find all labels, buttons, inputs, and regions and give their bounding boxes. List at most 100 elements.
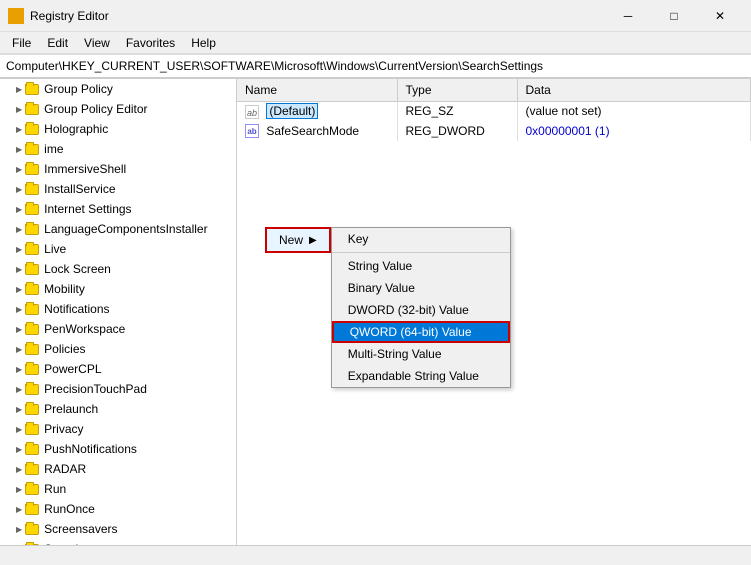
tree-label: ime xyxy=(44,142,63,156)
tree-item-run[interactable]: ▶ Run xyxy=(0,479,236,499)
tree-item-policies[interactable]: ▶ Policies xyxy=(0,339,236,359)
row-name-label: SafeSearchMode xyxy=(266,124,359,138)
tree-item-lock-screen[interactable]: ▶ Lock Screen xyxy=(0,259,236,279)
submenu-arrow-icon: ▶ xyxy=(309,235,317,246)
row-type: REG_DWORD xyxy=(397,121,517,141)
tree-arrow: ▶ xyxy=(16,165,22,174)
tree-arrow: ▶ xyxy=(16,425,22,434)
tree-label: InstallService xyxy=(44,182,115,196)
tree-arrow: ▶ xyxy=(16,365,22,374)
submenu-item-string-value[interactable]: String Value xyxy=(332,255,510,277)
table-row[interactable]: ab SafeSearchMode REG_DWORD 0x00000001 (… xyxy=(237,121,751,141)
tree-panel[interactable]: ▶ Group Policy ▶ Group Policy Editor ▶ H… xyxy=(0,79,237,545)
folder-icon xyxy=(24,441,40,457)
tree-item-privacy[interactable]: ▶ Privacy xyxy=(0,419,236,439)
tree-label: Policies xyxy=(44,342,85,356)
tree-arrow: ▶ xyxy=(16,265,22,274)
folder-icon xyxy=(24,321,40,337)
tree-item-penworkspace[interactable]: ▶ PenWorkspace xyxy=(0,319,236,339)
folder-icon xyxy=(24,221,40,237)
tree-label: PowerCPL xyxy=(44,362,101,376)
tree-label: RADAR xyxy=(44,462,86,476)
tree-arrow: ▶ xyxy=(16,85,22,94)
tree-label: PrecisionTouchPad xyxy=(44,382,147,396)
tree-label: Search xyxy=(44,542,82,545)
tree-label: Privacy xyxy=(44,422,83,436)
tree-item-group-policy-editor[interactable]: ▶ Group Policy Editor xyxy=(0,99,236,119)
tree-arrow: ▶ xyxy=(16,545,22,546)
menu-favorites[interactable]: Favorites xyxy=(118,34,183,52)
tree-label: Notifications xyxy=(44,302,109,316)
menu-bar: File Edit View Favorites Help xyxy=(0,32,751,54)
tree-item-live[interactable]: ▶ Live xyxy=(0,239,236,259)
tree-arrow: ▶ xyxy=(16,345,22,354)
folder-icon xyxy=(24,341,40,357)
submenu-item-key[interactable]: Key xyxy=(332,228,510,250)
folder-icon xyxy=(24,201,40,217)
default-label: (Default) xyxy=(266,103,318,119)
tree-item-installservice[interactable]: ▶ InstallService xyxy=(0,179,236,199)
tree-item-immersiveshell[interactable]: ▶ ImmersiveShell xyxy=(0,159,236,179)
tree-label: Group Policy Editor xyxy=(44,102,147,116)
tree-item-language-components[interactable]: ▶ LanguageComponentsInstaller xyxy=(0,219,236,239)
new-button-label: New xyxy=(279,233,303,247)
right-panel: Name Type Data ab (Default) REG_SZ (valu… xyxy=(237,79,751,545)
tree-arrow: ▶ xyxy=(16,485,22,494)
table-row[interactable]: ab (Default) REG_SZ (value not set) xyxy=(237,101,751,121)
status-bar xyxy=(0,545,751,565)
window-controls: ─ □ ✕ xyxy=(605,0,743,32)
tree-item-screensavers[interactable]: ▶ Screensavers xyxy=(0,519,236,539)
submenu: Key String Value Binary Value DWORD (32-… xyxy=(331,227,511,388)
tree-arrow: ▶ xyxy=(16,145,22,154)
tree-label: Prelaunch xyxy=(44,402,98,416)
tree-arrow: ▶ xyxy=(16,205,22,214)
tree-item-group-policy[interactable]: ▶ Group Policy xyxy=(0,79,236,99)
tree-label: RunOnce xyxy=(44,502,95,516)
tree-item-precisiontouchpad[interactable]: ▶ PrecisionTouchPad xyxy=(0,379,236,399)
tree-item-mobility[interactable]: ▶ Mobility xyxy=(0,279,236,299)
minimize-button[interactable]: ─ xyxy=(605,0,651,32)
dword-icon: ab xyxy=(245,124,259,138)
tree-label: Internet Settings xyxy=(44,202,131,216)
menu-view[interactable]: View xyxy=(76,34,118,52)
tree-item-ime[interactable]: ▶ ime xyxy=(0,139,236,159)
tree-item-holographic[interactable]: ▶ Holographic xyxy=(0,119,236,139)
tree-label: Group Policy xyxy=(44,82,113,96)
menu-edit[interactable]: Edit xyxy=(39,34,76,52)
submenu-item-expandable-value[interactable]: Expandable String Value xyxy=(332,365,510,387)
main-content: ▶ Group Policy ▶ Group Policy Editor ▶ H… xyxy=(0,78,751,545)
tree-item-search[interactable]: ▶ Search xyxy=(0,539,236,545)
address-path: Computer\HKEY_CURRENT_USER\SOFTWARE\Micr… xyxy=(6,59,543,73)
tree-item-prelaunch[interactable]: ▶ Prelaunch xyxy=(0,399,236,419)
menu-help[interactable]: Help xyxy=(183,34,224,52)
submenu-item-multistring-value[interactable]: Multi-String Value xyxy=(332,343,510,365)
maximize-button[interactable]: □ xyxy=(651,0,697,32)
folder-icon xyxy=(24,461,40,477)
registry-table: Name Type Data ab (Default) REG_SZ (valu… xyxy=(237,79,751,141)
tree-item-radar[interactable]: ▶ RADAR xyxy=(0,459,236,479)
submenu-item-dword-value[interactable]: DWORD (32-bit) Value xyxy=(332,299,510,321)
row-data: 0x00000001 (1) xyxy=(517,121,751,141)
tree-item-internet-settings[interactable]: ▶ Internet Settings xyxy=(0,199,236,219)
folder-icon xyxy=(24,381,40,397)
new-button[interactable]: New ▶ xyxy=(265,227,331,253)
folder-icon xyxy=(24,401,40,417)
title-bar: Registry Editor ─ □ ✕ xyxy=(0,0,751,32)
context-menu: New ▶ Key String Value Binary Value DWOR… xyxy=(265,227,331,253)
close-button[interactable]: ✕ xyxy=(697,0,743,32)
tree-arrow: ▶ xyxy=(16,245,22,254)
tree-item-powercpl[interactable]: ▶ PowerCPL xyxy=(0,359,236,379)
tree-label: PushNotifications xyxy=(44,442,137,456)
tree-label: Live xyxy=(44,242,66,256)
tree-label: PenWorkspace xyxy=(44,322,125,336)
tree-arrow: ▶ xyxy=(16,225,22,234)
submenu-item-qword-value[interactable]: QWORD (64-bit) Value xyxy=(332,321,510,343)
folder-icon xyxy=(24,261,40,277)
tree-item-notifications[interactable]: ▶ Notifications xyxy=(0,299,236,319)
menu-file[interactable]: File xyxy=(4,34,39,52)
tree-arrow: ▶ xyxy=(16,125,22,134)
row-data: (value not set) xyxy=(517,101,751,121)
tree-item-pushnotifications[interactable]: ▶ PushNotifications xyxy=(0,439,236,459)
submenu-item-binary-value[interactable]: Binary Value xyxy=(332,277,510,299)
tree-item-runonce[interactable]: ▶ RunOnce xyxy=(0,499,236,519)
